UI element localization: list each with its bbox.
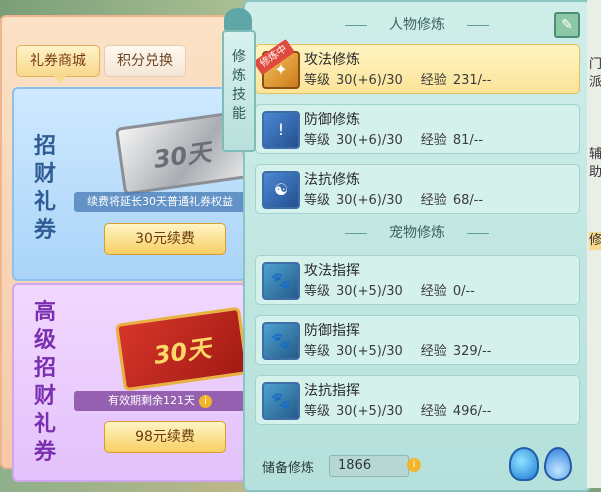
exp-value: 68/-- (452, 193, 484, 208)
level-value: 30(+6)/30 (336, 73, 403, 88)
level-label: 等级 (304, 73, 331, 88)
exp-label: 经验 (420, 73, 447, 88)
level-label: 等级 (304, 404, 331, 419)
pet-defense-icon: 🐾 (262, 322, 300, 360)
level-label: 等级 (304, 344, 331, 359)
exp-value: 496/-- (452, 404, 492, 419)
potion-icon[interactable] (509, 447, 539, 481)
voucher-card-premium: 高 级 招 财 礼 券 30天 有效期剩余121天 i 98元续费 (12, 283, 246, 482)
skill-name: 防御指挥 (304, 323, 360, 339)
skill-row-pet-resist[interactable]: 🐾 法抗指挥 等级 30(+5)/30 经验 496/-- (255, 375, 580, 425)
skill-name: 法抗指挥 (304, 383, 360, 399)
skill-stats: 等级 30(+5)/30 经验 496/-- (304, 400, 509, 419)
vtab-char: 技 (232, 87, 246, 103)
exp-label: 经验 (420, 344, 447, 359)
tab-voucher-shop[interactable]: 礼券商城 (16, 45, 100, 83)
skill-row-magic-resist[interactable]: ☯ 法抗修炼 等级 30(+6)/30 经验 68/-- (255, 164, 580, 214)
skill-name: 攻法指挥 (304, 263, 360, 279)
reserve-value: 1866 (329, 455, 409, 477)
level-value: 30(+5)/30 (336, 284, 403, 299)
level-label: 等级 (304, 284, 331, 299)
voucher-premium-info: 有效期剩余121天 i (74, 391, 244, 411)
edge-text-sect[interactable]: 门 派 (589, 56, 601, 92)
edit-icon[interactable]: ✎ (554, 12, 580, 38)
renew-30-button[interactable]: 30元续费 (104, 223, 226, 255)
exp-label: 经验 (420, 193, 447, 208)
exp-value: 231/-- (452, 73, 492, 88)
section-title-person: 人物修炼 (337, 14, 497, 36)
skill-row-defense[interactable]: ! 防御修炼 等级 30(+6)/30 经验 81/-- (255, 104, 580, 154)
info-icon[interactable]: i (407, 458, 421, 472)
section-title-pet: 宠物修炼 (337, 222, 497, 244)
level-label: 等级 (304, 133, 331, 148)
exp-label: 经验 (420, 133, 447, 148)
level-value: 30(+6)/30 (336, 133, 403, 148)
level-label: 等级 (304, 193, 331, 208)
voucher-basic-info: 续费将延长30天普通礼券权益 (74, 192, 244, 212)
gift-voucher-panel: 礼券商城 积分兑换 招 财 礼 券 30天 续费将延长30天普通礼券权益 30元… (0, 15, 246, 482)
exp-value: 81/-- (452, 133, 484, 148)
voucher-premium-info-text: 有效期剩余121天 (108, 394, 195, 407)
tab-points-exchange[interactable]: 积分兑换 (104, 45, 186, 77)
flame-icon[interactable] (544, 447, 572, 481)
edge-tab-cultivation[interactable]: 修 (589, 232, 601, 250)
cultivation-panel: 人物修炼 ✎ ✦ 修炼中 攻法修炼 等级 30(+6)/30 经验 231/-- ! … (243, 0, 591, 492)
skill-row-attack-magic[interactable]: ✦ 修炼中 攻法修炼 等级 30(+6)/30 经验 231/-- (253, 38, 580, 94)
exp-value: 329/-- (452, 344, 492, 359)
skill-stats: 等级 30(+6)/30 经验 81/-- (304, 129, 501, 148)
defense-icon: ! (262, 111, 300, 149)
level-value: 30(+6)/30 (336, 193, 403, 208)
voucher-card-basic-title: 招 财 礼 券 (33, 134, 56, 243)
skill-stats: 等级 30(+6)/30 经验 68/-- (304, 189, 501, 208)
pet-resist-icon: 🐾 (262, 382, 300, 420)
exp-label: 经验 (420, 284, 447, 299)
gold-ticket-image: 30天 (114, 306, 244, 392)
voucher-card-premium-title: 高 级 招 财 礼 券 (33, 300, 56, 465)
skill-row-pet-attack[interactable]: 🐾 攻法指挥 等级 30(+5)/30 经验 0/-- (255, 255, 580, 305)
magic-resist-icon: ☯ (262, 171, 300, 209)
info-icon[interactable]: i (199, 395, 212, 408)
skill-name: 防御修炼 (304, 112, 360, 128)
tab-cultivation-skills[interactable]: 修 炼 技 能 (222, 30, 256, 152)
skill-row-pet-defense[interactable]: 🐾 防御指挥 等级 30(+5)/30 经验 329/-- (255, 315, 580, 365)
pet-attack-icon: 🐾 (262, 262, 300, 300)
reserve-label: 储备修炼 (262, 461, 315, 476)
skill-name: 攻法修炼 (304, 52, 360, 68)
skill-stats: 等级 30(+5)/30 经验 329/-- (304, 340, 509, 359)
skill-stats: 等级 30(+6)/30 经验 231/-- (304, 69, 509, 88)
level-value: 30(+5)/30 (336, 404, 403, 419)
voucher-card-basic: 招 财 礼 券 30天 续费将延长30天普通礼券权益 30元续费 (12, 87, 246, 281)
exp-label: 经验 (420, 404, 447, 419)
vtab-char: 修 (232, 49, 246, 65)
skill-stats: 等级 30(+5)/30 经验 0/-- (304, 280, 493, 299)
exp-value: 0/-- (452, 284, 475, 299)
vtab-char: 能 (232, 106, 246, 122)
skill-name: 法抗修炼 (304, 172, 360, 188)
edge-text-assist[interactable]: 辅 助 (589, 146, 601, 182)
level-value: 30(+5)/30 (336, 344, 403, 359)
vtab-char: 炼 (232, 68, 246, 84)
renew-98-button[interactable]: 98元续费 (104, 421, 226, 453)
vtab-ornament (224, 8, 252, 32)
